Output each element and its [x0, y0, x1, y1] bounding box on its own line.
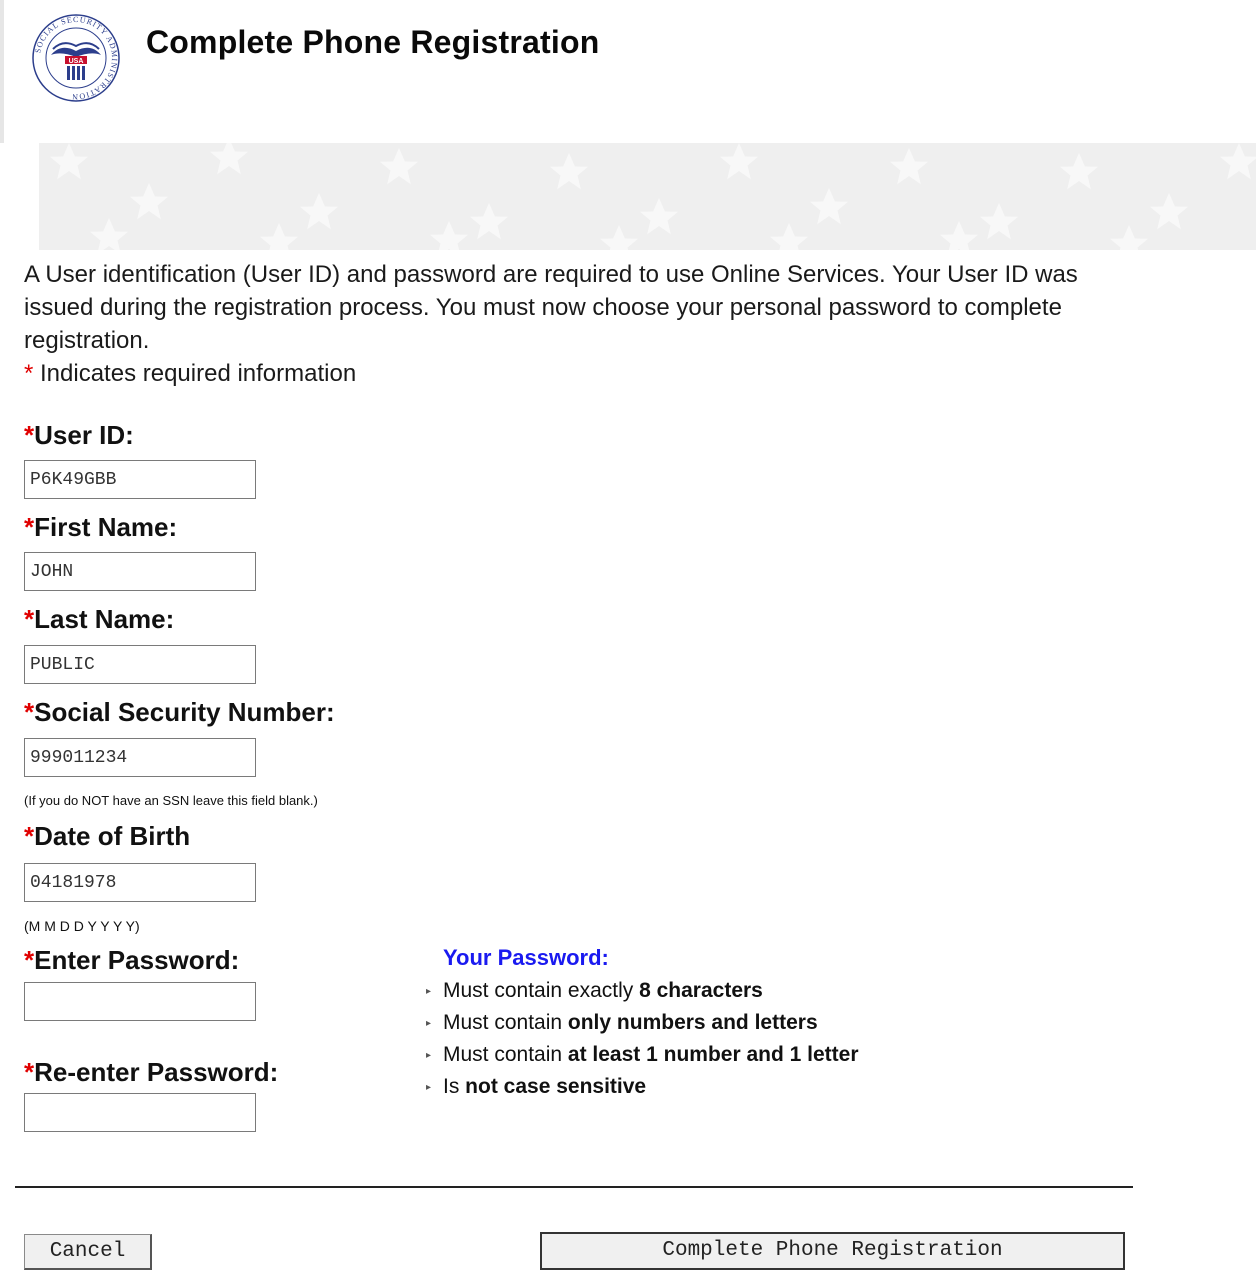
intro-section: A User identification (User ID) and pass…	[24, 258, 1134, 390]
password-label: *Enter Password:	[24, 945, 239, 976]
page-title: Complete Phone Registration	[146, 24, 600, 60]
ssa-seal-logo-icon: SOCIAL SECURITY ADMINISTRATION USA	[32, 14, 120, 102]
complete-registration-button[interactable]: Complete Phone Registration	[540, 1232, 1125, 1270]
password-rule: ▸ Must contain at least 1 number and 1 le…	[426, 1043, 859, 1067]
ssn-label: *Social Security Number:	[24, 697, 335, 728]
password-rules: Your Password: ▸ Must contain exactly 8 c…	[426, 945, 859, 1099]
rule-emphasis: at least 1 number and 1 letter	[567, 1043, 859, 1066]
password-rule: ▸ Must contain only numbers and letters	[426, 1011, 859, 1035]
required-asterisk: *	[24, 604, 35, 634]
bullet-arrow-icon: ▸	[426, 985, 432, 997]
svg-text:USA: USA	[69, 58, 84, 65]
rule-text: Is	[443, 1075, 466, 1098]
form-divider	[15, 1186, 1133, 1188]
required-asterisk: *	[24, 360, 34, 387]
dob-format-hint: (M M D D Y Y Y Y)	[24, 918, 140, 934]
bullet-arrow-icon: ▸	[426, 1081, 432, 1093]
last-name-input[interactable]	[24, 645, 256, 684]
ssn-label-text: Social Security Number:	[34, 697, 335, 727]
rule-emphasis: not case sensitive	[465, 1075, 647, 1098]
rule-text: Must contain	[443, 1043, 568, 1066]
required-asterisk: *	[24, 1057, 35, 1087]
reenter-password-label: *Re-enter Password:	[24, 1057, 278, 1088]
required-asterisk: *	[24, 420, 35, 450]
rule-emphasis: only numbers and letters	[567, 1011, 818, 1034]
user-id-label-text: User ID:	[34, 420, 134, 450]
required-asterisk: *	[24, 821, 35, 851]
ssn-input[interactable]	[24, 738, 256, 777]
dob-label: *Date of Birth	[24, 821, 190, 852]
user-id-label: *User ID:	[24, 420, 134, 451]
cancel-button[interactable]: Cancel	[24, 1234, 152, 1270]
dob-label-text: Date of Birth	[34, 821, 191, 851]
required-note: * Indicates required information	[24, 357, 1134, 390]
reenter-password-label-text: Re-enter Password:	[34, 1057, 279, 1087]
first-name-label-text: First Name:	[34, 512, 178, 542]
last-name-label-text: Last Name:	[34, 604, 175, 634]
reenter-password-input[interactable]	[24, 1093, 256, 1132]
intro-text: A User identification (User ID) and pass…	[24, 261, 1078, 354]
password-rule: ▸ Is not case sensitive	[426, 1075, 859, 1099]
rule-emphasis: 8 characters	[639, 979, 763, 1002]
required-asterisk: *	[24, 512, 35, 542]
required-note-text: Indicates required information	[33, 360, 357, 387]
stars-decoration-icon	[50, 143, 1256, 250]
required-asterisk: *	[24, 697, 35, 727]
rule-text: Must contain exactly	[443, 979, 640, 1002]
password-label-text: Enter Password:	[34, 945, 240, 975]
password-input[interactable]	[24, 982, 256, 1021]
password-rules-title: Your Password:	[443, 945, 609, 970]
last-name-label: *Last Name:	[24, 604, 174, 635]
ssn-hint: (If you do NOT have an SSN leave this fi…	[24, 793, 318, 808]
star-banner	[39, 143, 1256, 250]
dob-input[interactable]	[24, 863, 256, 902]
bullet-arrow-icon: ▸	[426, 1017, 432, 1029]
required-asterisk: *	[24, 945, 35, 975]
page-header: SOCIAL SECURITY ADMINISTRATION USA Compl…	[0, 0, 1256, 143]
user-id-input[interactable]	[24, 460, 256, 499]
bullet-arrow-icon: ▸	[426, 1049, 432, 1061]
first-name-label: *First Name:	[24, 512, 177, 543]
password-rule: ▸ Must contain exactly 8 characters	[426, 979, 859, 1003]
first-name-input[interactable]	[24, 552, 256, 591]
rule-text: Must contain	[443, 1011, 568, 1034]
